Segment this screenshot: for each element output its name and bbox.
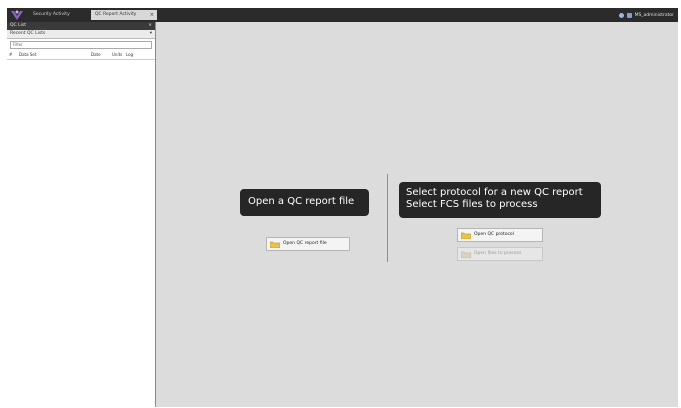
column-header[interactable]: Date <box>89 51 110 59</box>
filter-input[interactable]: Filter <box>10 41 152 49</box>
app-logo-icon <box>11 10 23 20</box>
new-report-title: Select protocol for a new QC report Sele… <box>399 182 601 218</box>
close-panel-icon[interactable]: × <box>148 22 152 30</box>
chevron-down-icon: ▾ <box>149 31 152 36</box>
column-header[interactable]: Units <box>110 51 124 59</box>
list-header: # Data Set Date Units Log <box>7 51 155 60</box>
open-qc-report-button[interactable]: Open QC report file <box>266 237 350 251</box>
column-header[interactable]: Log <box>124 51 138 59</box>
open-qc-protocol-button[interactable]: Open QC protocol <box>457 228 543 242</box>
folder-icon <box>461 232 471 239</box>
column-header[interactable]: # <box>7 51 17 59</box>
top-bar: Security Activity QC Report Activity × M… <box>7 8 678 22</box>
app-window: Security Activity QC Report Activity × M… <box>7 8 678 407</box>
recent-lists-dropdown[interactable]: Recent QC Lists ▾ <box>7 30 155 39</box>
column-header[interactable]: Data Set <box>17 51 89 59</box>
open-report-title: Open a QC report file <box>240 189 369 216</box>
settings-icon[interactable] <box>618 12 624 18</box>
tab-qc-report-activity[interactable]: QC Report Activity × <box>91 10 157 20</box>
new-report-title-line2: Select FCS files to process <box>406 199 538 210</box>
help-icon[interactable] <box>626 12 632 18</box>
tab-label: QC Report Activity <box>95 12 137 17</box>
dropdown-label: Recent QC Lists <box>10 31 46 36</box>
new-report-title-line1: Select protocol for a new QC report <box>406 187 583 198</box>
open-fcs-files-button[interactable]: Open files to process <box>457 247 543 261</box>
tab-label: Security Activity <box>33 12 70 17</box>
button-label: Open QC report file <box>283 241 327 246</box>
section-divider <box>387 174 388 262</box>
tab-security-activity[interactable]: Security Activity <box>29 10 87 20</box>
close-tab-icon[interactable]: × <box>150 10 154 20</box>
folder-icon <box>270 241 280 248</box>
user-name[interactable]: MS_administrator <box>635 13 674 18</box>
folder-icon <box>461 251 471 258</box>
button-label: Open files to process <box>474 251 522 256</box>
qc-list-panel: QC List × Recent QC Lists ▾ Filter # Dat… <box>7 22 156 407</box>
button-label: Open QC protocol <box>474 232 514 237</box>
panel-title: QC List <box>10 23 26 28</box>
top-right-tools: MS_administrator <box>618 10 674 20</box>
panel-header: QC List × <box>7 22 155 30</box>
